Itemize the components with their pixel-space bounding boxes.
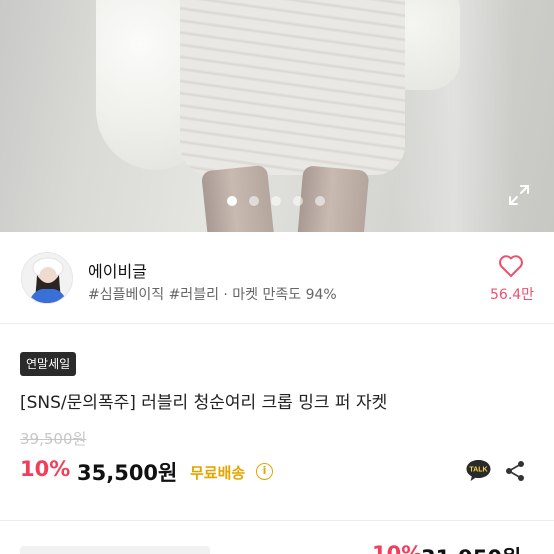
section-divider [0, 520, 554, 521]
share-icon[interactable] [504, 460, 526, 482]
product-image[interactable] [0, 0, 554, 232]
skirt [180, 0, 405, 175]
product-title: [SNS/문의폭주] 러블리 청순여리 크롭 밍크 퍼 자켓 [20, 393, 388, 413]
talk-chat-button[interactable]: TALK [465, 458, 492, 483]
sale-badge: 연말세일 [20, 352, 77, 376]
next-option-row[interactable]: 10% 31,950원 [0, 542, 554, 554]
carousel-dot[interactable] [315, 196, 325, 206]
carousel-dot[interactable] [271, 196, 281, 206]
next-price: 31,950원 [421, 542, 521, 554]
discount-rate: 10% [20, 457, 71, 481]
talk-label: TALK [469, 467, 487, 474]
seller-row[interactable]: 에이비글 #심플베이직 #러블리 · 마켓 만족도 94% 56.4만 [0, 232, 554, 324]
seller-tags: #심플베이직 #러블리 · 마켓 만족도 94% [88, 287, 337, 303]
next-option-placeholder [20, 546, 210, 554]
carousel-dot[interactable] [249, 196, 259, 206]
heart-outline-icon[interactable] [498, 254, 524, 278]
carousel-indicator [227, 196, 325, 206]
original-price: 39,500원 [20, 430, 87, 448]
avatar[interactable] [21, 252, 73, 304]
expand-icon[interactable] [507, 183, 531, 207]
carousel-dot[interactable] [293, 196, 303, 206]
free-shipping-label: 무료배송 [190, 464, 246, 482]
info-icon[interactable]: i [256, 463, 273, 480]
seller-name[interactable]: 에이비글 [88, 258, 147, 282]
next-discount-rate: 10% [372, 542, 423, 554]
carousel-dot[interactable] [227, 196, 237, 206]
avatar-image [22, 253, 72, 303]
sale-price: 35,500원 [77, 461, 178, 485]
like-count: 56.4만 [490, 287, 535, 303]
